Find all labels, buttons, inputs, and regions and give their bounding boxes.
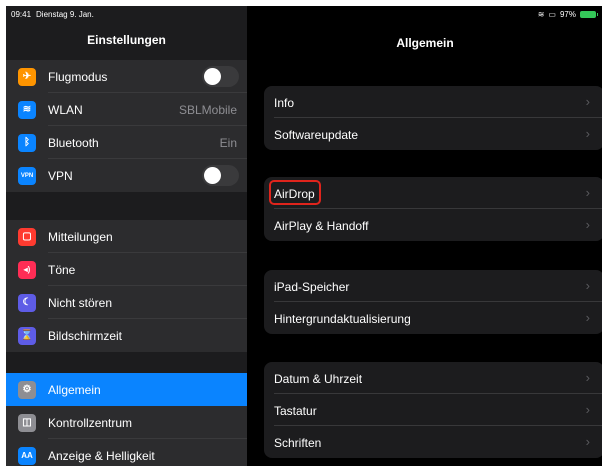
sidebar-item-label: WLAN [48, 103, 83, 117]
settings-group-storage: iPad-Speicher › Hintergrundaktualisierun… [264, 270, 602, 334]
sidebar-item-label: VPN [48, 169, 73, 183]
moon-icon: ☾ [18, 294, 36, 312]
chevron-right-icon: › [585, 126, 590, 141]
row-softwareupdate[interactable]: Softwareupdate › [264, 118, 602, 150]
sidebar-title: Einstellungen [87, 33, 166, 47]
status-time: 09:41 [11, 10, 32, 19]
sidebar-item-label: Mitteilungen [48, 230, 113, 244]
sidebar-item-label: Allgemein [48, 383, 101, 397]
row-datum-uhrzeit[interactable]: Datum & Uhrzeit › [264, 362, 602, 394]
battery-percent: 97% [559, 10, 576, 19]
notifications-icon: ▢ [18, 228, 36, 246]
screen-mirroring-icon: ▭ [548, 10, 556, 19]
settings-group-info: Info › Softwareupdate › [264, 86, 602, 150]
row-label: AirPlay & Handoff [274, 219, 369, 233]
control-center-icon: ◫ [18, 414, 36, 432]
settings-group-airdrop: AirDrop › AirPlay & Handoff › [264, 177, 602, 241]
general-settings-panel: Allgemein Info › Softwareupdate › AirDro… [248, 6, 602, 466]
page-title: Allgemein [396, 36, 454, 50]
sidebar-item-mitteilungen[interactable]: ▢ Mitteilungen [6, 220, 247, 253]
row-label: Tastatur [274, 404, 317, 418]
sidebar-item-label: Bluetooth [48, 136, 99, 150]
sidebar-item-kontrollzentrum[interactable]: ◫ Kontrollzentrum [6, 406, 247, 439]
row-airdrop[interactable]: AirDrop › [264, 177, 602, 209]
row-label: Softwareupdate [274, 128, 359, 142]
chevron-right-icon: › [585, 402, 590, 417]
status-date: Dienstag 9. Jan. [36, 10, 94, 19]
row-label: Datum & Uhrzeit [274, 372, 363, 386]
chevron-right-icon: › [585, 278, 590, 293]
sidebar-item-label: Nicht stören [48, 296, 113, 310]
row-label: iPad-Speicher [274, 280, 350, 294]
row-label: Hintergrundaktualisierung [274, 312, 411, 326]
sidebar-item-label: Flugmodus [48, 70, 108, 84]
sidebar-item-anzeige-helligkeit[interactable]: AA Anzeige & Helligkeit [6, 439, 247, 466]
row-label: Info [274, 96, 295, 110]
row-tastatur[interactable]: Tastatur › [264, 394, 602, 426]
sidebar-item-label: Kontrollzentrum [48, 416, 133, 430]
chevron-right-icon: › [585, 434, 590, 449]
row-schriften[interactable]: Schriften › [264, 426, 602, 458]
row-hintergrundaktualisierung[interactable]: Hintergrundaktualisierung › [264, 302, 602, 334]
vpn-icon: VPN [18, 167, 36, 185]
status-left: 09:41 Dienstag 9. Jan. [11, 10, 94, 19]
wlan-network-value: SBLMobile [178, 103, 237, 117]
settings-sidebar: Einstellungen ✈ Flugmodus ≋ WLAN SBLMobi… [6, 6, 247, 466]
battery-icon [580, 11, 598, 18]
chevron-right-icon: › [585, 217, 590, 232]
sidebar-item-label: Anzeige & Helligkeit [48, 449, 155, 463]
sidebar-group-notifications: ▢ Mitteilungen ◂) Töne ☾ Nicht stören ⌛ … [6, 220, 247, 352]
sidebar-item-toene[interactable]: ◂) Töne [6, 253, 247, 286]
sidebar-item-allgemein[interactable]: ⚙ Allgemein [6, 373, 247, 406]
sidebar-group-general: ⚙ Allgemein ◫ Kontrollzentrum AA Anzeige… [6, 373, 247, 466]
display-icon: AA [18, 447, 36, 465]
sidebar-item-vpn[interactable]: VPN VPN [6, 159, 247, 192]
toggle-knob [204, 167, 221, 184]
wifi-icon: ≋ [18, 101, 36, 119]
sidebar-item-bildschirmzeit[interactable]: ⌛ Bildschirmzeit [6, 319, 247, 352]
airplane-icon: ✈ [18, 68, 36, 86]
row-info[interactable]: Info › [264, 86, 602, 118]
vpn-toggle[interactable] [202, 165, 239, 186]
settings-group-datetime: Datum & Uhrzeit › Tastatur › Schriften › [264, 362, 602, 458]
gear-icon: ⚙ [18, 381, 36, 399]
wifi-status-icon: ≋ [537, 10, 545, 19]
chevron-right-icon: › [585, 185, 590, 200]
sounds-icon: ◂) [18, 261, 36, 279]
sidebar-group-connectivity: ✈ Flugmodus ≋ WLAN SBLMobile ᛒ Bluetooth… [6, 60, 247, 192]
bluetooth-icon: ᛒ [18, 134, 36, 152]
sidebar-item-label: Bildschirmzeit [48, 329, 123, 343]
row-label: Schriften [274, 436, 322, 450]
chevron-right-icon: › [585, 310, 590, 325]
sidebar-item-wlan[interactable]: ≋ WLAN SBLMobile [6, 93, 247, 126]
sidebar-item-label: Töne [48, 263, 76, 277]
chevron-right-icon: › [585, 370, 590, 385]
sidebar-item-bluetooth[interactable]: ᛒ Bluetooth Ein [6, 126, 247, 159]
row-ipad-speicher[interactable]: iPad-Speicher › [264, 270, 602, 302]
hourglass-icon: ⌛ [18, 327, 36, 345]
chevron-right-icon: › [585, 94, 590, 109]
sidebar-item-flugmodus[interactable]: ✈ Flugmodus [6, 60, 247, 93]
toggle-knob [204, 68, 221, 85]
status-right: ≋ ▭ 97% [537, 10, 598, 19]
bluetooth-status-value: Ein [219, 136, 237, 150]
airplane-mode-toggle[interactable] [202, 66, 239, 87]
ipad-screen: Einstellungen ✈ Flugmodus ≋ WLAN SBLMobi… [6, 6, 602, 466]
sidebar-item-nicht-stoeren[interactable]: ☾ Nicht stören [6, 286, 247, 319]
row-label: AirDrop [274, 187, 315, 201]
status-bar: 09:41 Dienstag 9. Jan. ≋ ▭ 97% [6, 6, 602, 26]
row-airplay-handoff[interactable]: AirPlay & Handoff › [264, 209, 602, 241]
